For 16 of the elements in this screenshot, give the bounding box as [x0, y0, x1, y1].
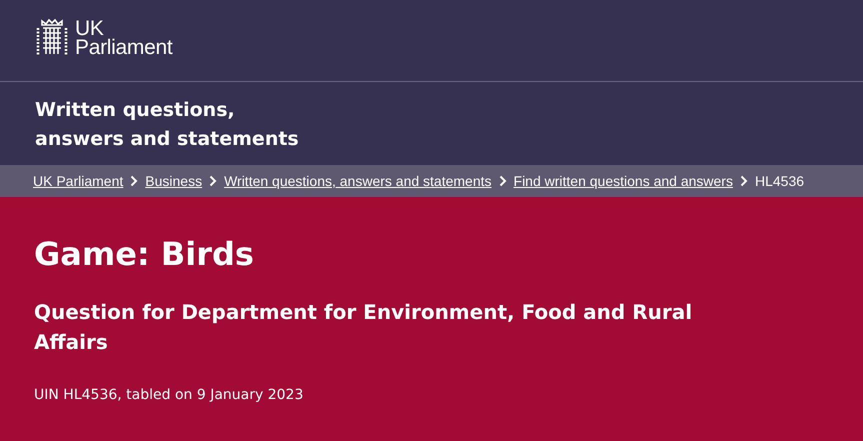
department-heading: Question for Department for Environment, Food and Rural Affairs — [34, 299, 694, 356]
breadcrumb-link[interactable]: Find written questions and answers — [514, 173, 733, 189]
chevron-icon — [498, 175, 508, 187]
breadcrumb-link[interactable]: Written questions, answers and statements — [224, 173, 492, 189]
logo-text: UK — [75, 18, 104, 38]
breadcrumb-link[interactable]: UK Parliament — [33, 173, 124, 189]
chevron-icon — [208, 175, 218, 187]
chevron-icon — [129, 175, 140, 187]
logo-text: Parliament — [75, 38, 172, 56]
section-title: Written questions, answers and statements — [34, 98, 300, 152]
chevron-icon — [738, 175, 749, 187]
portcullis-icon — [35, 18, 69, 58]
breadcrumb-link[interactable]: Business — [145, 173, 202, 189]
breadcrumb-current: HL4536 — [754, 173, 804, 189]
question-title: Game: Birds — [34, 235, 255, 273]
question-meta: UIN HL4536, tabled on 9 January 2023 — [34, 387, 304, 403]
